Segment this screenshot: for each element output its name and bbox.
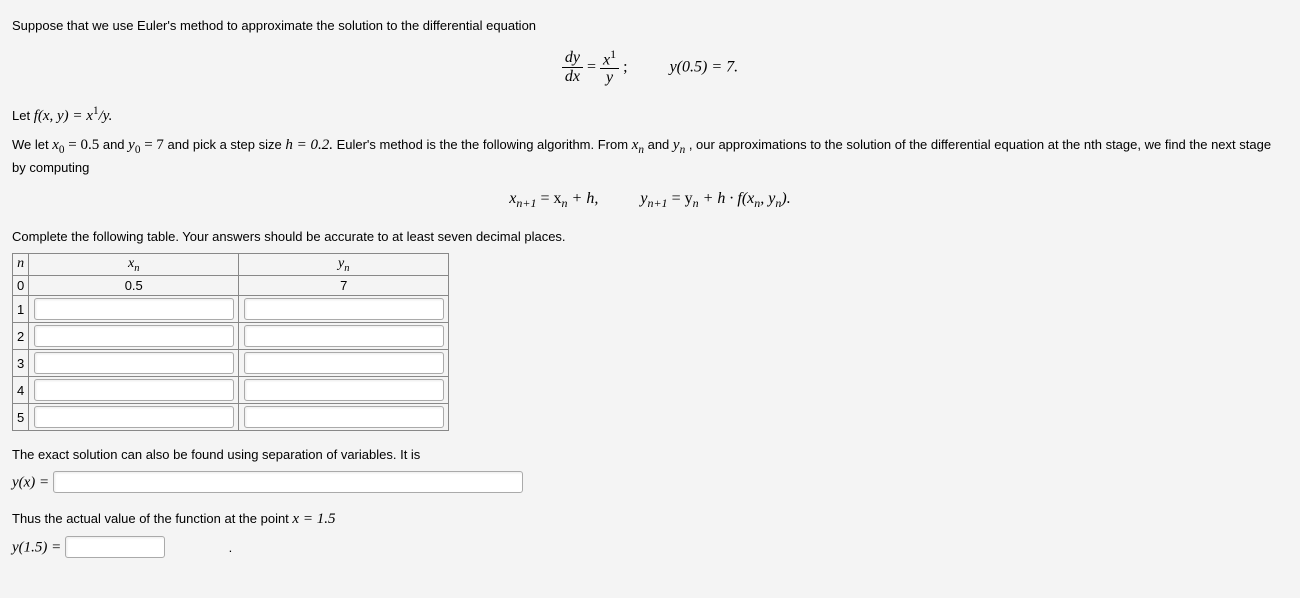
x2-input[interactable]	[34, 325, 234, 347]
x-cell: 0.5	[29, 276, 239, 296]
n-cell: 5	[13, 404, 29, 431]
y2-input[interactable]	[244, 325, 444, 347]
y5-input[interactable]	[244, 406, 444, 428]
n-cell: 4	[13, 377, 29, 404]
thus-text: Thus the actual value of the function at…	[12, 508, 1288, 531]
table-row: 0 0.5 7	[13, 276, 449, 296]
x4-input[interactable]	[34, 379, 234, 401]
x3-input[interactable]	[34, 352, 234, 374]
y3-input[interactable]	[244, 352, 444, 374]
complete-instruction: Complete the following table. Your answe…	[12, 227, 1288, 247]
th-xn: xn	[29, 253, 239, 276]
table-row: 2	[13, 323, 449, 350]
th-yn: yn	[239, 253, 449, 276]
n-cell: 2	[13, 323, 29, 350]
yx-row: y(x) =	[12, 471, 1288, 494]
y15-input[interactable]	[65, 536, 165, 558]
x5-input[interactable]	[34, 406, 234, 428]
welet-line: We let x0 = 0.5 and y0 = 7 and pick a st…	[12, 134, 1288, 178]
yx-input[interactable]	[53, 471, 523, 493]
table-row: 5	[13, 404, 449, 431]
x1-input[interactable]	[34, 298, 234, 320]
n-cell: 1	[13, 296, 29, 323]
y4-input[interactable]	[244, 379, 444, 401]
n-cell: 0	[13, 276, 29, 296]
table-row: 3	[13, 350, 449, 377]
y15-row: y(1.5) = .	[12, 536, 1288, 559]
th-n: n	[13, 253, 29, 276]
table-row: 1	[13, 296, 449, 323]
recurrence-equation: xn+1 = xn + h, yn+1 = yn + h · f(xn, yn)…	[12, 190, 1288, 211]
intro-text: Suppose that we use Euler's method to ap…	[12, 16, 1288, 36]
y-cell: 7	[239, 276, 449, 296]
table-row: 4	[13, 377, 449, 404]
y1-input[interactable]	[244, 298, 444, 320]
main-equation: dy dx = x1 y ; y(0.5) = 7.	[12, 48, 1288, 88]
exact-text: The exact solution can also be found usi…	[12, 445, 1288, 465]
euler-table: n xn yn 0 0.5 7 1 2 3 4	[12, 253, 449, 432]
n-cell: 3	[13, 350, 29, 377]
let-f-line: Let f(x, y) = x1/y.	[12, 103, 1288, 128]
